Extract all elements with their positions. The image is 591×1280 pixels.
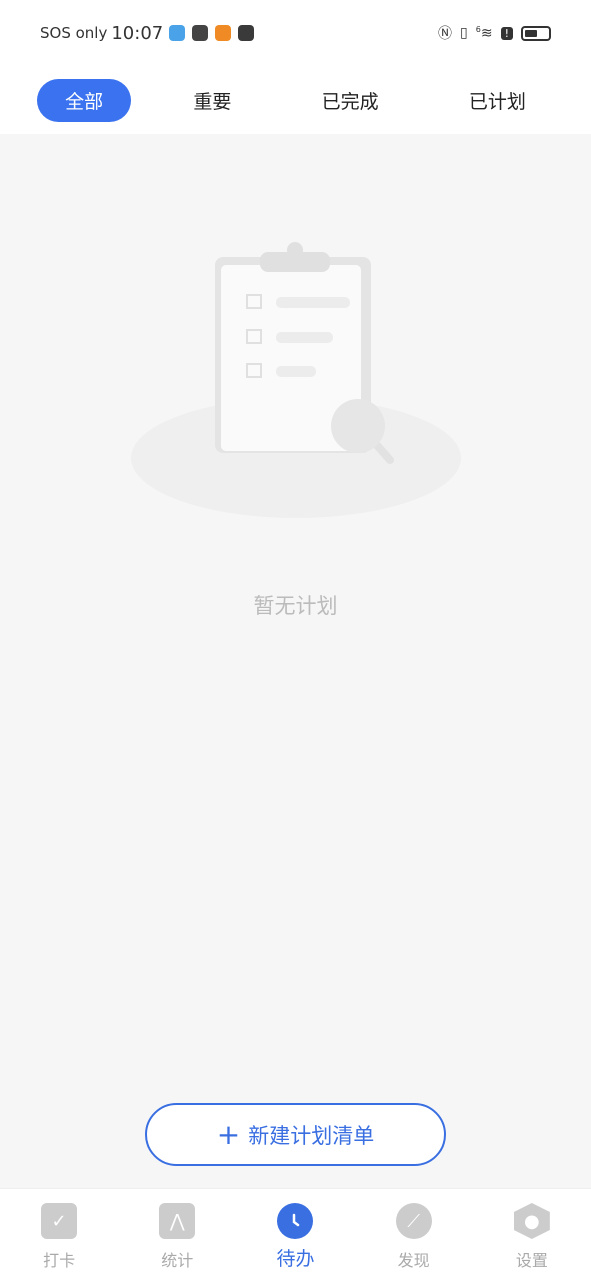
nav-checkin[interactable]: ✓ 打卡 <box>9 1189 109 1280</box>
settings-icon: ● <box>513 1203 550 1239</box>
weather-app-icon <box>169 25 186 41</box>
chart-icon: ⋀ <box>159 1203 196 1239</box>
wifi-icon: 6≋ <box>475 24 493 42</box>
filter-tabs: 全部 重要 已完成 已计划 <box>0 66 591 134</box>
battery-icon <box>521 25 551 41</box>
game-app-icon <box>238 25 255 41</box>
bottom-nav: ✓ 打卡 ⋀ 统计 待办 ⟋ 发现 ● 设置 <box>0 1188 591 1280</box>
tab-completed[interactable]: 已完成 <box>294 79 407 122</box>
nav-label: 设置 <box>515 1251 548 1270</box>
vibrate-icon: ▯ <box>460 25 468 41</box>
new-plan-list-label: 新建计划清单 <box>248 1123 375 1148</box>
empty-state-text: 暂无计划 <box>253 594 338 618</box>
tab-all[interactable]: 全部 <box>37 78 132 122</box>
new-plan-list-button[interactable]: + 新建计划清单 <box>145 1103 446 1166</box>
nav-label: 打卡 <box>43 1251 76 1270</box>
tab-important[interactable]: 重要 <box>165 79 259 122</box>
clock: 10:07 <box>111 22 164 44</box>
clipboard-search-icon <box>131 242 461 518</box>
clock-icon <box>277 1203 314 1239</box>
nav-label: 统计 <box>161 1251 194 1270</box>
nfc-icon: Ⓝ <box>438 26 453 42</box>
check-icon: ✓ <box>41 1203 78 1239</box>
nav-stats[interactable]: ⋀ 统计 <box>127 1189 227 1280</box>
status-bar: SOS only 10:07 Ⓝ ▯ 6≋ ! <box>0 0 591 66</box>
nav-label: 待办 <box>276 1248 315 1270</box>
nav-todo[interactable]: 待办 <box>245 1189 345 1280</box>
compass-icon: ⟋ <box>395 1203 432 1239</box>
tab-planned[interactable]: 已计划 <box>441 79 554 122</box>
nav-label: 发现 <box>397 1251 430 1270</box>
upload-app-icon <box>192 25 209 41</box>
alert-icon: ! <box>500 26 513 40</box>
nav-discover[interactable]: ⟋ 发现 <box>364 1189 464 1280</box>
carrier: SOS only <box>40 24 108 42</box>
plus-icon: + <box>216 1117 241 1151</box>
nav-settings[interactable]: ● 设置 <box>482 1189 582 1280</box>
novel-app-icon <box>215 25 232 41</box>
